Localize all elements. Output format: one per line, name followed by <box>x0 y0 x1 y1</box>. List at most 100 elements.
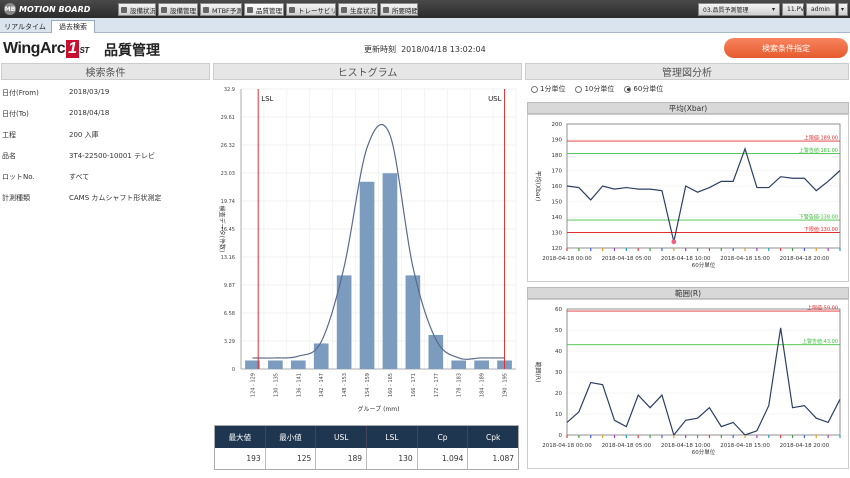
top-tab-label: 設備管理 <box>170 6 196 15</box>
histogram-bar <box>474 360 489 369</box>
control-limit-label: 上警告値:181.00 <box>799 147 838 154</box>
top-tab[interactable]: MTBF予測 <box>200 3 242 16</box>
stats-value: 1.087 <box>492 454 515 463</box>
stats-value: 193 <box>215 448 266 469</box>
xbar-chart: 120 130 140 150 160 170 180 190 200 上限値:189.00 上警告… <box>534 122 841 269</box>
top-tab-label: 生産状況 <box>350 6 376 15</box>
radio-dot-icon <box>531 85 538 93</box>
lsl-label: LSL <box>261 95 273 103</box>
y-axis-label: 平均(Xbar) <box>534 171 542 202</box>
histogram-bar <box>382 173 398 369</box>
histogram-chart: 03.296.589.8713.1616.4519.7423.0326.3229… <box>218 87 517 413</box>
top-tab-label: 所要時間 <box>392 6 418 15</box>
y-tick-label: 120 <box>552 246 563 252</box>
condition-value: 3T4-22500-10001 テレビ <box>69 152 155 160</box>
app-logo-text: MOTION BOARD <box>19 4 91 14</box>
top-tab[interactable]: 生産状況 <box>338 3 378 16</box>
radio-60min[interactable]: 60分単位 <box>624 84 663 94</box>
radio-10min[interactable]: 10分単位 <box>575 84 614 94</box>
y-tick-label: 3.29 <box>224 339 235 345</box>
radio-label: 1分単位 <box>540 85 566 93</box>
stats-header-row: 最大値 最小値 USL LSL Cp Cpk <box>215 426 518 448</box>
x-tick-label: 160 - 165 <box>388 373 394 397</box>
x-tick-label: 184 - 189 <box>480 373 486 397</box>
x-tick-label: 2018-04-18 10:00 <box>661 443 711 449</box>
x-tick-label: 142 - 147 <box>319 373 325 397</box>
stats-value-row: 193 125 189 130 1.094 1.087 <box>215 448 518 469</box>
condition-label: 日付(From) <box>2 89 39 97</box>
y-tick-label: 60 <box>555 307 562 313</box>
x-axis-label: グループ (mm) <box>358 405 400 413</box>
histogram-bar <box>290 360 306 369</box>
menu-chevron-icon[interactable]: ▾ <box>838 3 848 16</box>
condition-label: 工程 <box>2 131 16 139</box>
y-tick-label: 9.87 <box>224 283 235 289</box>
outlier-point <box>671 239 677 245</box>
top-tab[interactable]: 品質管理 <box>244 3 284 16</box>
tab-icon <box>121 7 127 13</box>
interval-radio-group: 1分単位 10分単位 60分単位 <box>531 84 663 94</box>
condition-value: 200 入庫 <box>69 131 99 139</box>
x-tick-label: 2018-04-18 05:00 <box>602 256 652 262</box>
y-tick-label: 170 <box>552 169 563 175</box>
stats-value: 130 <box>367 448 418 469</box>
range-chart-title: 範囲(R) <box>527 287 849 299</box>
y-tick-label: 29.61 <box>221 115 235 121</box>
histogram-bar <box>451 360 467 369</box>
histogram-bar <box>359 181 375 369</box>
top-tab-label: トレーサビリティ <box>298 6 336 15</box>
conditions-panel-header: 検索条件 <box>1 63 210 80</box>
top-tab[interactable]: 所要時間 <box>380 3 418 16</box>
x-tick-label: 130 - 135 <box>273 373 279 397</box>
x-tick-label: 190 - 195 <box>503 373 509 397</box>
tab-history[interactable]: 過去検索 <box>51 20 95 33</box>
stats-value: 189 <box>316 448 368 469</box>
xbar-chart-title: 平均(Xbar) <box>527 102 849 114</box>
y-tick-label: 160 <box>552 184 563 190</box>
screen-select-dropdown[interactable]: 03.品質予測管理 ▾ <box>698 3 780 16</box>
x-tick-label: 2018-04-18 05:00 <box>602 443 652 449</box>
pv-label: 11.PV <box>787 6 805 13</box>
y-tick-label: 130 <box>552 231 563 237</box>
radio-1min[interactable]: 1分単位 <box>531 84 565 94</box>
wingarc-logo: WingArc 1 ST <box>3 40 89 58</box>
brand-st: ST <box>79 46 90 55</box>
pv-button[interactable]: 11.PV <box>782 3 804 16</box>
histogram-bar <box>245 360 260 369</box>
condition-label: 品名 <box>2 152 16 160</box>
stats-header: 最小値 <box>266 426 317 448</box>
radio-dot-icon <box>624 85 632 93</box>
chevron-down-icon: ▾ <box>771 6 775 13</box>
x-tick-label: 2018-04-18 20:00 <box>780 443 830 449</box>
top-tab[interactable]: 設備管理 <box>158 3 198 16</box>
stats-table: 最大値 最小値 USL LSL Cp Cpk 193 125 189 130 1… <box>214 425 519 470</box>
x-tick-label: 2018-04-18 15:00 <box>720 443 770 449</box>
control-limit-label: 下限値:130.00 <box>804 226 838 233</box>
x-tick-label: 2018-04-18 10:00 <box>661 256 711 262</box>
x-tick-label: 2018-04-18 00:00 <box>542 443 592 449</box>
condition-value: すべて <box>69 173 90 181</box>
tab-realtime[interactable]: リアルタイム <box>2 20 48 33</box>
radio-label: 60分単位 <box>633 85 664 93</box>
series-line <box>566 327 841 437</box>
tab-icon <box>289 7 295 13</box>
stats-header: Cpk <box>486 432 501 442</box>
update-time-label: 更新時刻 <box>364 45 396 54</box>
x-tick-label: 2018-04-18 20:00 <box>780 256 830 262</box>
control-limit-label: 上警告値:43.00 <box>802 338 838 345</box>
control-limit-label: 下警告値:138.00 <box>799 214 838 221</box>
user-name: admin <box>811 6 830 13</box>
top-tab[interactable]: 設備状況 <box>118 3 156 16</box>
top-tab[interactable]: トレーサビリティ <box>286 3 336 16</box>
control-chart-panel-header: 管理図分析 <box>525 63 849 80</box>
y-axis-label: 範囲(R) <box>534 362 542 383</box>
screen-select-label: 03.品質予測管理 <box>703 7 749 14</box>
y-tick-label: 180 <box>552 153 563 159</box>
tab-icon <box>383 7 389 13</box>
user-menu[interactable]: admin <box>806 3 836 16</box>
x-tick-label: 172 - 177 <box>434 373 440 397</box>
x-axis-label: 60分単位 <box>692 448 716 456</box>
y-tick-label: 200 <box>552 122 563 128</box>
search-conditions-button[interactable]: 検索条件指定 <box>724 38 848 58</box>
control-limit-label: 上限値:59.00 <box>807 305 838 312</box>
